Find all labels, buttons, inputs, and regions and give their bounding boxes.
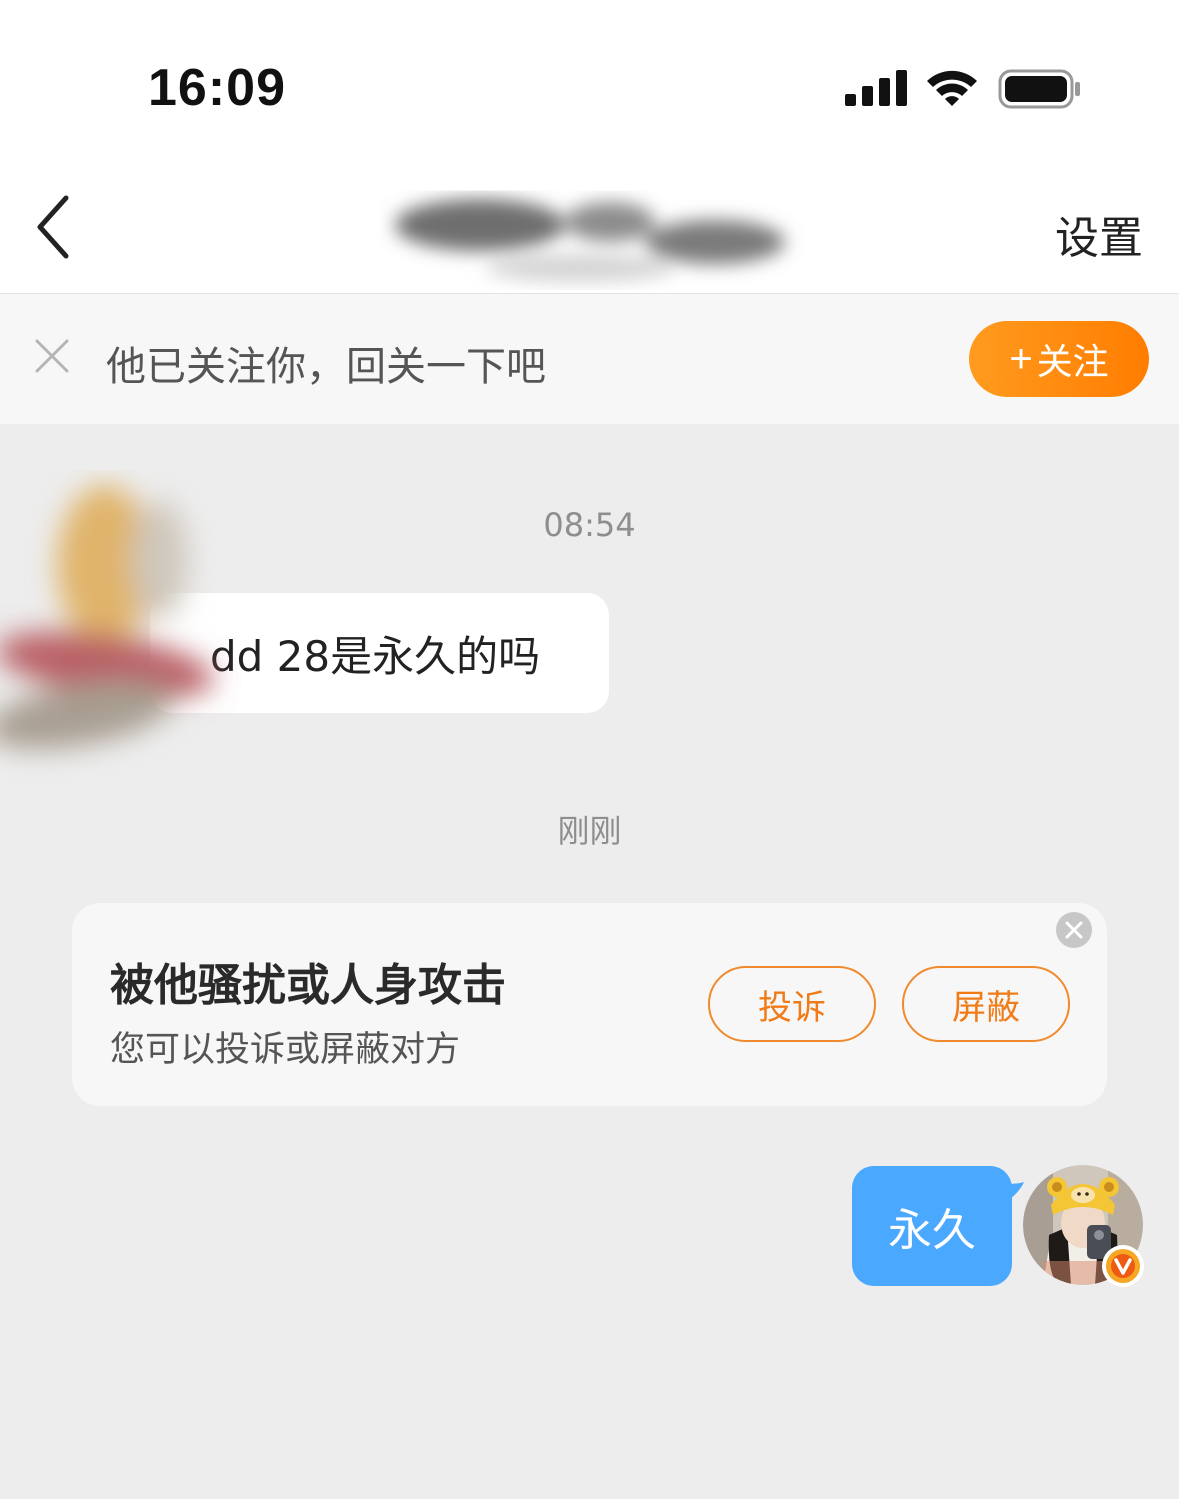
close-icon[interactable] bbox=[34, 338, 70, 374]
safety-card-title: 被他骚扰或人身攻击 bbox=[110, 960, 506, 1011]
status-time: 16:09 bbox=[148, 59, 286, 117]
harassment-safety-card: 被他骚扰或人身攻击 您可以投诉或屏蔽对方 投诉 屏蔽 bbox=[72, 903, 1107, 1106]
plus-icon: + bbox=[1009, 336, 1033, 381]
battery-icon bbox=[998, 69, 1080, 109]
nav-bar: 设置 bbox=[0, 170, 1179, 294]
follow-button-label: 关注 bbox=[1036, 341, 1109, 382]
settings-button[interactable]: 设置 bbox=[1055, 202, 1143, 266]
follow-button[interactable]: + 关注 bbox=[969, 321, 1149, 397]
outgoing-message-bubble[interactable]: 永久 bbox=[852, 1166, 1012, 1286]
status-bar: 16:09 bbox=[0, 0, 1179, 170]
redacted-avatar bbox=[0, 485, 215, 749]
follow-back-banner: 他已关注你，回关一下吧 + 关注 bbox=[0, 294, 1179, 424]
cellular-signal-icon bbox=[845, 70, 907, 106]
bubble-tail bbox=[1004, 1182, 1024, 1204]
back-button[interactable] bbox=[26, 192, 86, 262]
wifi-icon bbox=[927, 70, 977, 106]
block-button[interactable]: 屏蔽 bbox=[902, 966, 1070, 1042]
report-button[interactable]: 投诉 bbox=[708, 966, 876, 1042]
safety-card-subtitle: 您可以投诉或屏蔽对方 bbox=[110, 1030, 461, 1070]
follow-back-text: 他已关注你，回关一下吧 bbox=[106, 344, 546, 390]
close-circle-icon[interactable] bbox=[1056, 912, 1092, 948]
outgoing-message-text: 永久 bbox=[888, 1205, 976, 1256]
redacted-title bbox=[395, 199, 785, 282]
chat-screen: 16:09 设置 他已关注你，回关一下吧 + 关注 08:54 dd 28是永久… bbox=[0, 0, 1179, 1499]
verified-badge-icon bbox=[1102, 1245, 1144, 1287]
message-timestamp: 刚刚 bbox=[557, 812, 622, 850]
